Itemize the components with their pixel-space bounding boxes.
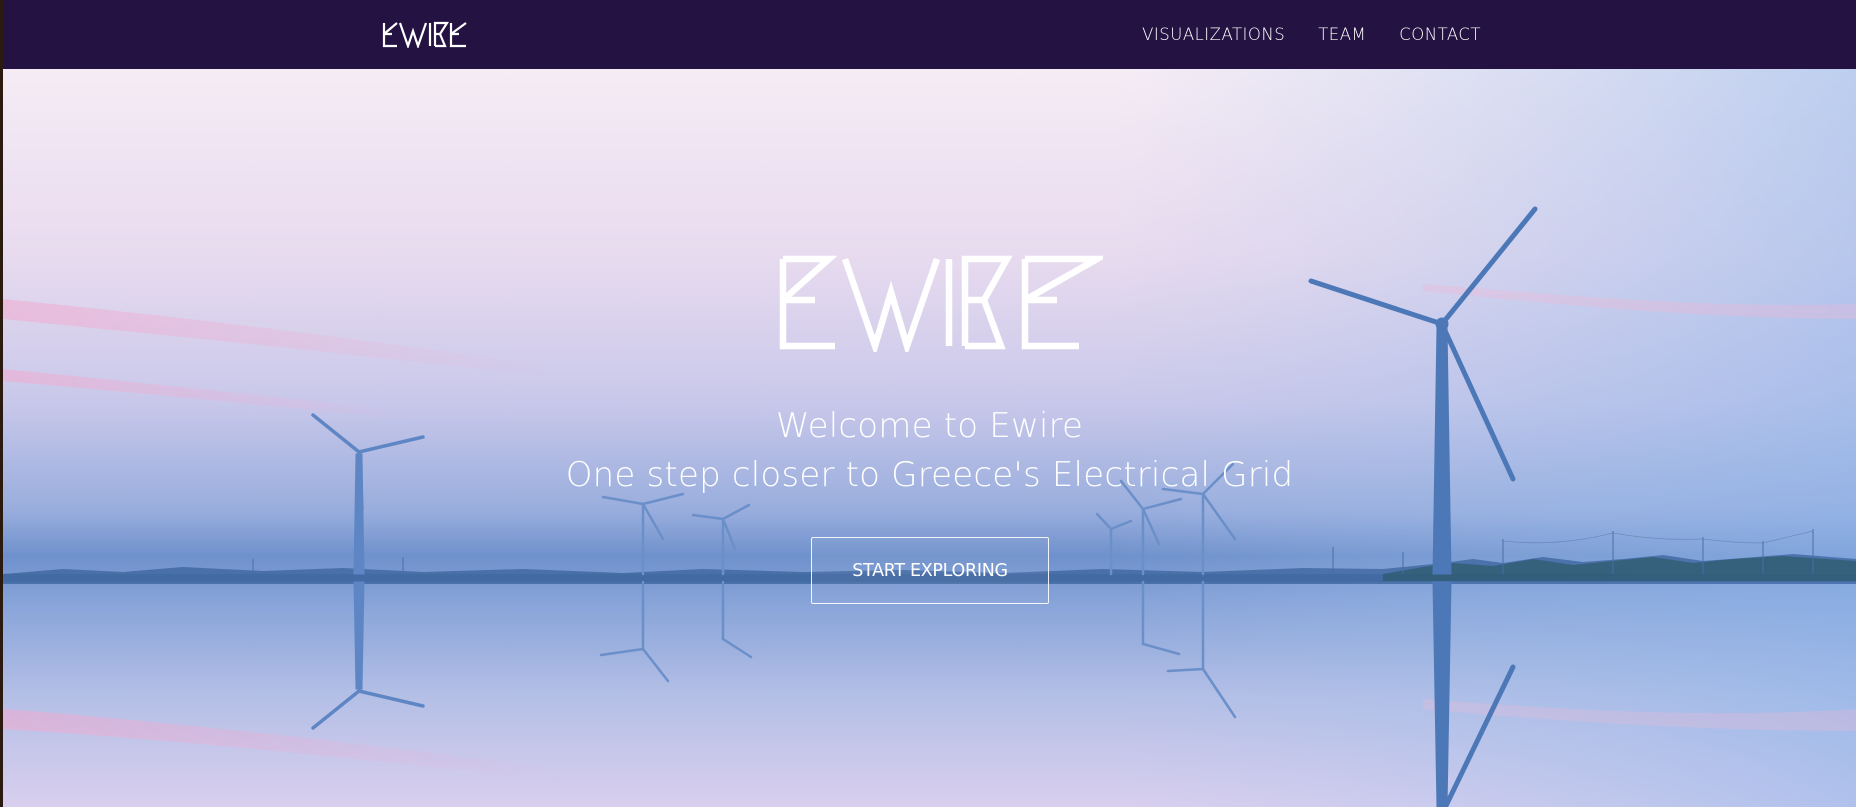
navbar: VISUALIZATIONS TEAM CONTACT — [0, 0, 1856, 69]
nav-link-contact[interactable]: CONTACT — [1399, 25, 1481, 44]
nav-link-visualizations[interactable]: VISUALIZATIONS — [1142, 25, 1285, 44]
start-exploring-button[interactable]: START EXPLORING — [811, 537, 1049, 604]
page: VISUALIZATIONS TEAM CONTACT Welcome to E… — [0, 0, 1856, 807]
hero-section: Welcome to Ewire One step closer to Gree… — [3, 69, 1856, 807]
welcome-heading: Welcome to Ewire — [775, 406, 1084, 446]
ewire-logo-icon — [779, 255, 1103, 352]
nav-link-team[interactable]: TEAM — [1318, 25, 1366, 44]
tagline: One step closer to Greece's Electrical G… — [565, 455, 1294, 495]
window-edge — [0, 0, 3, 807]
ewire-logo-icon[interactable] — [382, 21, 468, 48]
nav-links: VISUALIZATIONS TEAM CONTACT — [1142, 0, 1481, 69]
